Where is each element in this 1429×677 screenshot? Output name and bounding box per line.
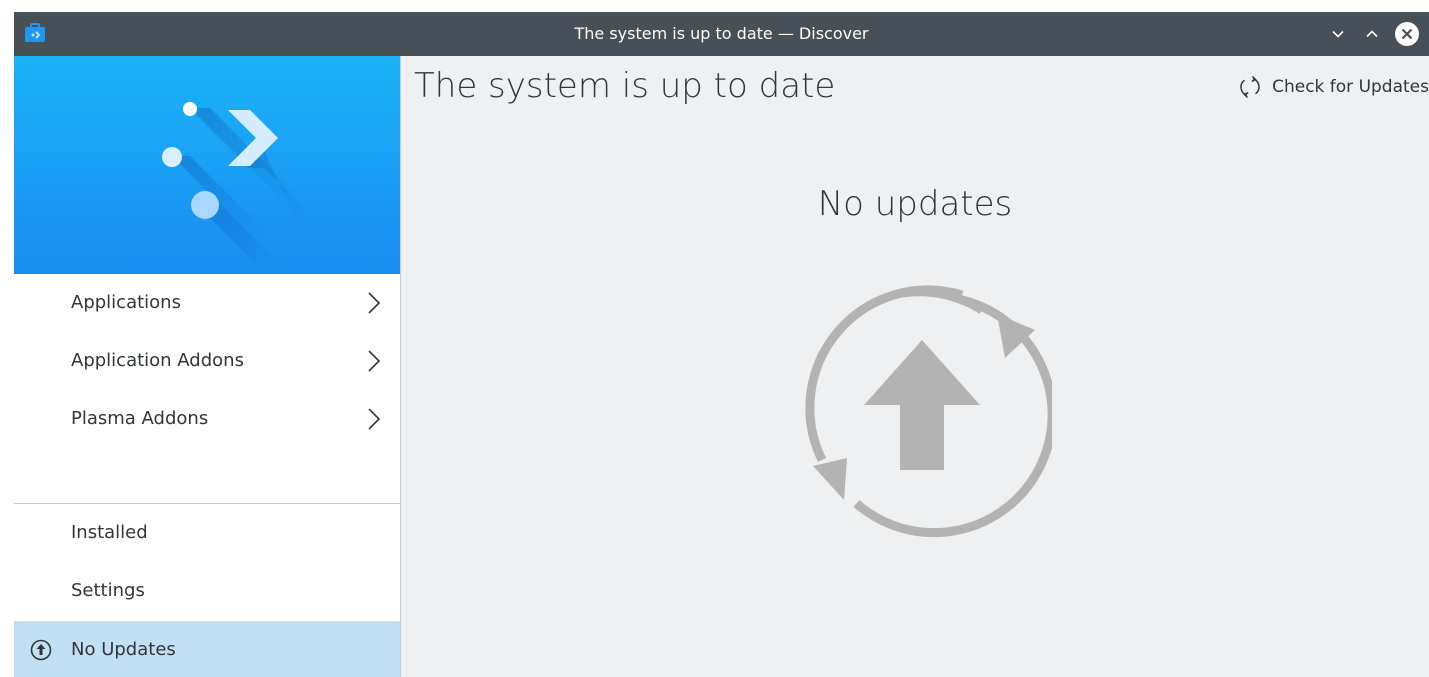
check-for-updates-button[interactable]: Check for Updates	[1238, 72, 1429, 102]
sidebar-item-settings[interactable]: Settings	[14, 562, 400, 620]
sidebar-item-label: No Updates	[71, 639, 176, 660]
sidebar-item-label: Settings	[71, 580, 145, 601]
chevron-up-icon	[1366, 30, 1378, 38]
discover-banner	[14, 56, 400, 274]
title-bar[interactable]: The system is up to date — Discover	[14, 12, 1429, 56]
sidebar-item-label: Installed	[71, 522, 148, 543]
sidebar-item-plasma-addons[interactable]: Plasma Addons	[14, 390, 400, 448]
sidebar-item-label: Application Addons	[71, 350, 244, 371]
sidebar-item-application-addons[interactable]: Application Addons	[14, 332, 400, 390]
sidebar-item-label: Applications	[71, 292, 181, 313]
refresh-icon	[1240, 75, 1260, 99]
discover-window: The system is up to date — Discover Appl…	[14, 12, 1429, 677]
check-for-updates-label: Check for Updates	[1272, 77, 1429, 97]
chevron-down-icon	[1332, 30, 1344, 38]
sidebar: Applications Application Addons Plasma A…	[14, 56, 401, 677]
sidebar-item-label: Plasma Addons	[71, 408, 209, 429]
chevron-right-icon	[368, 350, 381, 372]
close-button[interactable]	[1394, 21, 1420, 47]
chevron-right-icon	[368, 292, 381, 314]
sidebar-item-no-updates[interactable]: No Updates	[14, 621, 400, 677]
sidebar-item-applications[interactable]: Applications	[14, 274, 400, 332]
no-updates-icon	[805, 285, 1052, 538]
minimize-button[interactable]	[1325, 21, 1351, 47]
page-title: The system is up to date	[414, 66, 836, 106]
window-title: The system is up to date — Discover	[574, 24, 869, 43]
sidebar-item-installed[interactable]: Installed	[14, 504, 400, 562]
main-content: The system is up to date Check for Updat…	[401, 56, 1429, 677]
chevron-right-icon	[368, 408, 381, 430]
empty-state-title: No updates	[817, 184, 1013, 224]
close-icon	[1395, 22, 1419, 46]
update-arrow-icon	[30, 639, 52, 661]
discover-logo-icon	[162, 102, 314, 264]
maximize-button[interactable]	[1359, 21, 1385, 47]
